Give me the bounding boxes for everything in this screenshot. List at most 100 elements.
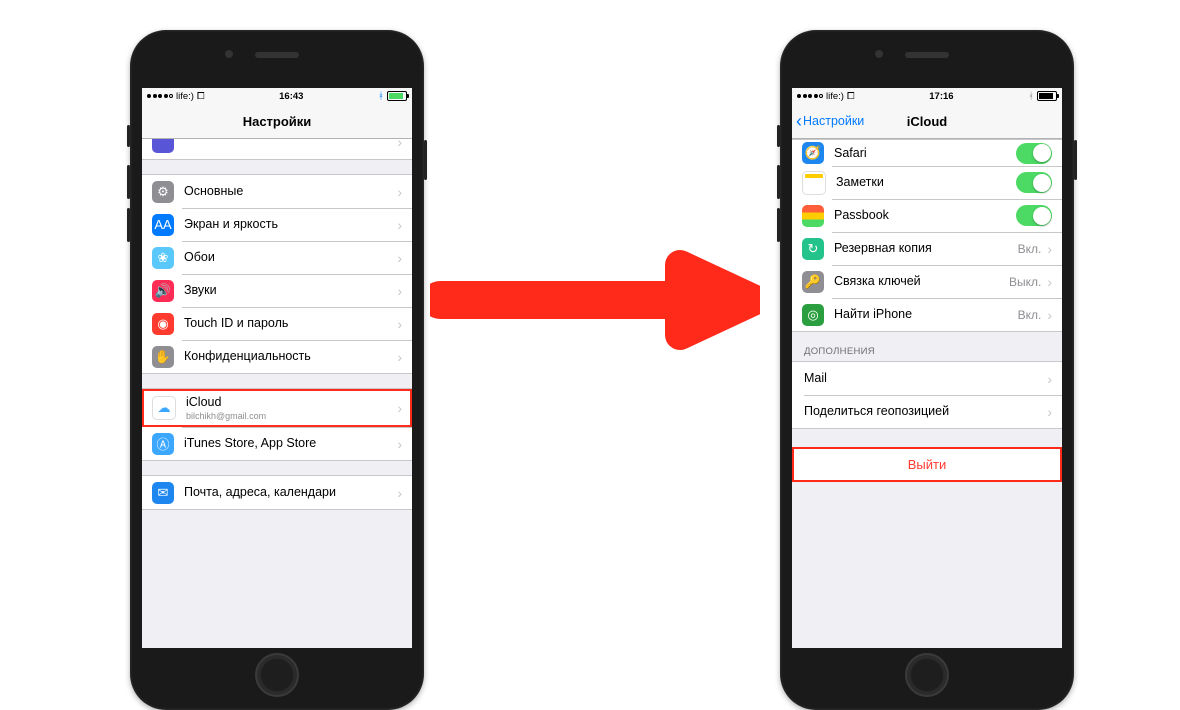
label: Mail — [804, 371, 1041, 386]
placeholder-icon — [152, 139, 174, 153]
page-title: Настройки — [142, 114, 412, 129]
label: Safari — [834, 146, 1016, 161]
label: Конфиденциальность — [184, 349, 391, 364]
group-general: ⚙ Основные › AA Экран и яркость › ❀ Обои… — [142, 174, 412, 374]
row-display[interactable]: AA Экран и яркость › — [142, 208, 412, 241]
detail: Вкл. — [1018, 308, 1042, 322]
mail-icon: ✉ — [152, 482, 174, 504]
wifi-icon: ⧠ — [197, 91, 205, 102]
row-general[interactable]: ⚙ Основные › — [142, 175, 412, 208]
screen-icloud: life:) ⧠ 17:16 ᚼ ‹ Настройки iCloud 🧭 Sa… — [792, 88, 1062, 648]
wallpaper-icon: ❀ — [152, 247, 174, 269]
row-mail-extra[interactable]: Mail › — [792, 362, 1062, 395]
carrier-label: life:) — [826, 91, 844, 102]
chevron-icon: › — [397, 250, 402, 266]
nav-bar: ‹ Настройки iCloud — [792, 104, 1062, 139]
battery-icon — [1037, 91, 1057, 101]
mute-switch — [127, 125, 130, 147]
row-safari[interactable]: 🧭 Safari — [792, 140, 1062, 166]
chevron-icon: › — [1047, 371, 1052, 387]
vol-up — [127, 165, 130, 199]
toggle[interactable] — [1016, 143, 1052, 164]
status-bar: life:) ⧠ 16:43 ᚼ — [142, 88, 412, 104]
arrow-icon — [430, 240, 760, 360]
row-privacy[interactable]: ✋ Конфиденциальность › — [142, 340, 412, 373]
chevron-icon: › — [397, 349, 402, 365]
passbook-icon — [802, 205, 824, 227]
group-apps: 🧭 Safari Заметки Passbook ↻ Резервная ко… — [792, 139, 1062, 332]
label: Обои — [184, 250, 391, 265]
label: Найти iPhone — [834, 307, 1018, 322]
wifi-icon: ⧠ — [847, 91, 855, 102]
screen-settings: life:) ⧠ 16:43 ᚼ Настройки › ⚙ Основные — [142, 88, 412, 648]
chevron-icon: › — [397, 485, 402, 501]
chevron-icon: › — [397, 184, 402, 200]
hand-icon: ✋ — [152, 346, 174, 368]
row-wallpaper[interactable]: ❀ Обои › — [142, 241, 412, 274]
partial-row: › — [142, 139, 412, 160]
signout-button[interactable]: Выйти — [792, 447, 1062, 482]
row-backup[interactable]: ↻ Резервная копия Вкл. › — [792, 232, 1062, 265]
detail: Вкл. — [1018, 242, 1042, 256]
phone-camera — [875, 50, 883, 58]
back-label: Настройки — [803, 114, 864, 128]
power-button — [424, 140, 427, 180]
chevron-icon: › — [397, 436, 402, 452]
row-touchid[interactable]: ◉ Touch ID и пароль › — [142, 307, 412, 340]
bluetooth-icon: ᚼ — [378, 91, 384, 102]
signal-icon — [797, 94, 823, 98]
sound-icon: 🔊 — [152, 280, 174, 302]
keychain-icon: 🔑 — [802, 271, 824, 293]
battery-icon — [387, 91, 407, 101]
row-notes[interactable]: Заметки — [792, 166, 1062, 199]
chevron-icon: › — [397, 139, 402, 150]
detail: Выкл. — [1009, 275, 1041, 289]
section-header: ДОПОЛНЕНИЯ — [792, 332, 1062, 361]
safari-icon: 🧭 — [802, 142, 824, 164]
label: Поделиться геопозицией — [804, 404, 1041, 419]
appstore-icon: Ⓐ — [152, 433, 174, 455]
group-icloud: ☁ iCloud bilchikh@gmail.com › Ⓐ iTunes S… — [142, 388, 412, 461]
spacer — [792, 429, 1062, 447]
gear-icon: ⚙ — [152, 181, 174, 203]
label: Связка ключей — [834, 274, 1009, 289]
row-share-location[interactable]: Поделиться геопозицией › — [792, 395, 1062, 428]
chevron-icon: › — [397, 400, 402, 416]
label: iCloud bilchikh@gmail.com — [186, 395, 391, 422]
vol-down — [127, 208, 130, 242]
label: Почта, адреса, календари — [184, 485, 391, 500]
toggle[interactable] — [1016, 172, 1052, 193]
power-button — [1074, 140, 1077, 180]
label: Экран и яркость — [184, 217, 391, 232]
row-keychain[interactable]: 🔑 Связка ключей Выкл. › — [792, 265, 1062, 298]
row-cut[interactable]: › — [142, 139, 412, 158]
label: iTunes Store, App Store — [184, 436, 391, 451]
back-button[interactable]: ‹ Настройки — [792, 112, 864, 130]
toggle[interactable] — [1016, 205, 1052, 226]
backup-icon: ↻ — [802, 238, 824, 260]
status-bar: life:) ⧠ 17:16 ᚼ — [792, 88, 1062, 104]
clock: 17:16 — [929, 91, 953, 102]
row-mail[interactable]: ✉ Почта, адреса, календари › — [142, 476, 412, 509]
vol-up — [777, 165, 780, 199]
signal-icon — [147, 94, 173, 98]
fingerprint-icon: ◉ — [152, 313, 174, 335]
phone-camera — [225, 50, 233, 58]
mute-switch — [777, 125, 780, 147]
nav-bar: Настройки — [142, 104, 412, 139]
row-sounds[interactable]: 🔊 Звуки › — [142, 274, 412, 307]
label: Touch ID и пароль — [184, 316, 391, 331]
signout-label: Выйти — [908, 457, 947, 472]
carrier-label: life:) — [176, 91, 194, 102]
label-text: iCloud — [186, 395, 391, 410]
find-icon: ◎ — [802, 304, 824, 326]
row-passbook[interactable]: Passbook — [792, 199, 1062, 232]
chevron-icon: › — [1047, 274, 1052, 290]
row-icloud[interactable]: ☁ iCloud bilchikh@gmail.com › — [142, 389, 412, 427]
display-icon: AA — [152, 214, 174, 236]
group-extras: Mail › Поделиться геопозицией › — [792, 361, 1062, 429]
label: Основные — [184, 184, 391, 199]
row-findiphone[interactable]: ◎ Найти iPhone Вкл. › — [792, 298, 1062, 331]
phone-icloud: life:) ⧠ 17:16 ᚼ ‹ Настройки iCloud 🧭 Sa… — [780, 30, 1074, 710]
row-itunes[interactable]: Ⓐ iTunes Store, App Store › — [142, 427, 412, 460]
